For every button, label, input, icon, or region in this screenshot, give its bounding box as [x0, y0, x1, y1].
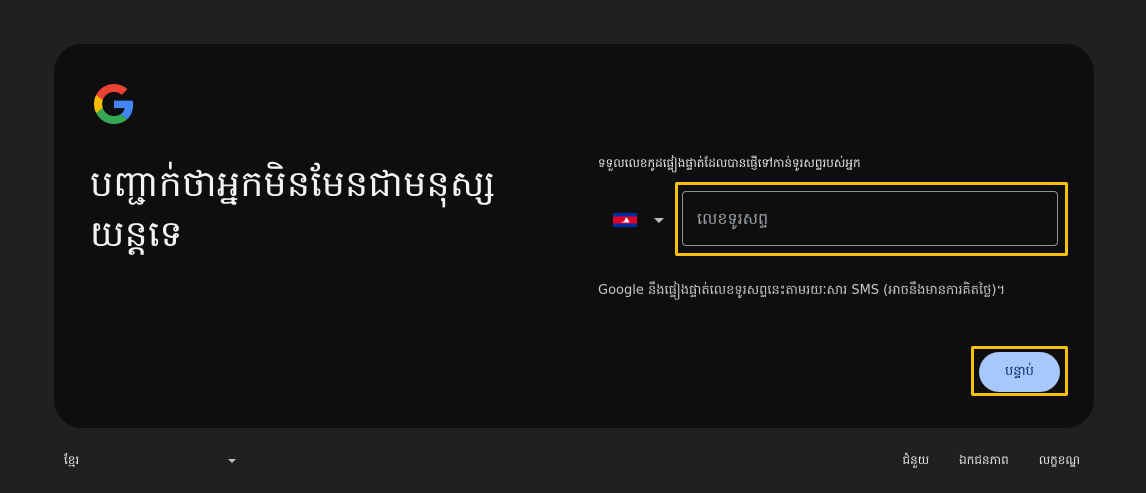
chevron-down-icon: [228, 459, 236, 463]
language-select[interactable]: ខ្មែរ: [54, 446, 244, 476]
instruction-text: ទទួលលេខកូដផ្ទៀងផ្ទាត់ដែលបានផ្ញើទៅកាន់ទូរ…: [598, 156, 861, 170]
verification-card: បញ្ជាក់ថាអ្នកមិនមែនជាមនុស្សយន្តទេ ទទួលលេ…: [54, 44, 1094, 428]
phone-number-input[interactable]: [682, 191, 1058, 246]
terms-link[interactable]: លក្ខខណ្ឌ: [1039, 452, 1080, 470]
chevron-down-icon: [654, 217, 664, 223]
cambodia-flag-icon: [613, 213, 637, 227]
footer: ខ្មែរ ជំនួយ ឯកជនភាព លក្ខខណ្ឌ: [54, 446, 1094, 476]
country-code-select[interactable]: [613, 204, 673, 236]
google-g-logo-icon: [94, 84, 134, 124]
verification-form: ទទួលលេខកូដផ្ទៀងផ្ទាត់ដែលបានផ្ញើទៅកាន់ទូរ…: [598, 44, 1068, 428]
sms-notice-text: Google នឹងផ្ទៀងផ្ទាត់លេខទូរសព្ទនេះតាមរយៈ…: [598, 283, 1006, 298]
privacy-link[interactable]: ឯកជនភាព: [959, 452, 1009, 470]
next-button[interactable]: បន្ទាប់: [979, 352, 1060, 392]
page-title: បញ្ជាក់ថាអ្នកមិនមែនជាមនុស្សយន្តទេ: [90, 164, 496, 255]
help-link[interactable]: ជំនួយ: [903, 452, 930, 470]
page: បញ្ជាក់ថាអ្នកមិនមែនជាមនុស្សយន្តទេ ទទួលលេ…: [0, 0, 1146, 493]
language-label: ខ្មែរ: [64, 453, 80, 467]
footer-links: ជំនួយ ឯកជនភាព លក្ខខណ្ឌ: [873, 446, 1081, 476]
